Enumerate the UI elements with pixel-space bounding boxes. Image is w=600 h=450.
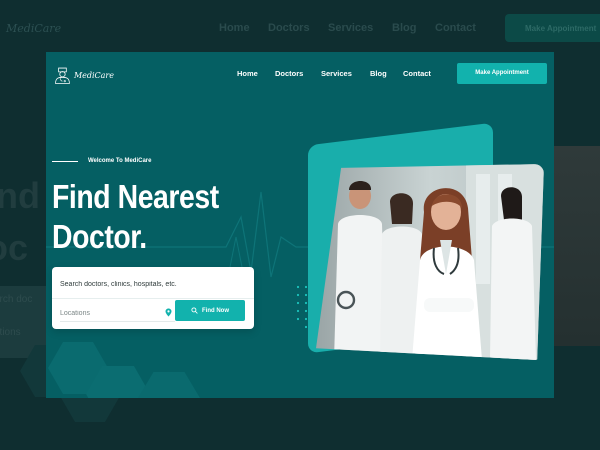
nav-item-contact[interactable]: Contact [403,69,431,78]
location-input[interactable] [60,306,160,320]
background-search-fragment: arch doc [0,294,33,305]
background-nav-home: Home [219,22,250,34]
doctors-photo-illustration [316,164,544,360]
nav-item-doctors[interactable]: Doctors [275,69,303,78]
nav-item-services[interactable]: Services [321,69,352,78]
background-hero-line-2: oc [0,227,29,268]
find-now-button[interactable]: Find Now [175,300,245,321]
search-icon [191,307,198,314]
background-nav-services: Services [328,22,374,34]
background-search-text: arch doc ations [0,294,32,338]
background-nav-blog: Blog [392,22,417,34]
hexagon-decoration [138,372,200,398]
background-nav-contact: Contact [435,22,476,34]
search-input[interactable] [60,277,246,291]
doctors-photo [316,164,544,360]
background-nav: MediCare Home Doctors Services Blog Cont… [0,0,600,54]
search-divider [52,298,254,299]
hero-preview-card: MediCare Home Doctors Services Blog Cont… [46,52,554,398]
find-now-label: Find Now [202,307,229,314]
map-pin-icon [165,308,172,317]
background-location-fragment: ations [0,327,21,338]
nav-item-home[interactable]: Home [237,69,258,78]
background-photo [554,146,600,346]
background-hero-line-1: ind [0,175,40,216]
background-hero-title: ind oc [0,170,40,274]
background-cta-button: Make Appointment [505,14,600,42]
hero-title-line-2: Doctor. [52,218,147,255]
eyebrow-text: Welcome To MediCare [88,158,152,164]
nav-item-blog[interactable]: Blog [370,69,387,78]
background-logo: MediCare [6,22,62,35]
doctor-search-form: Find Now [52,267,254,329]
brand-logo[interactable]: MediCare [54,62,114,88]
brand-name: MediCare [73,70,114,80]
hero-title-line-1: Find Nearest [52,178,219,215]
welcome-eyebrow: Welcome To MediCare [52,158,151,164]
doctor-logo-icon [55,67,70,84]
background-nav-doctors: Doctors [268,22,310,34]
make-appointment-button[interactable]: Make Appointment [457,63,547,84]
location-field[interactable] [60,304,175,322]
hero-title: Find Nearest Doctor. [52,177,219,257]
eyebrow-line [52,160,78,162]
